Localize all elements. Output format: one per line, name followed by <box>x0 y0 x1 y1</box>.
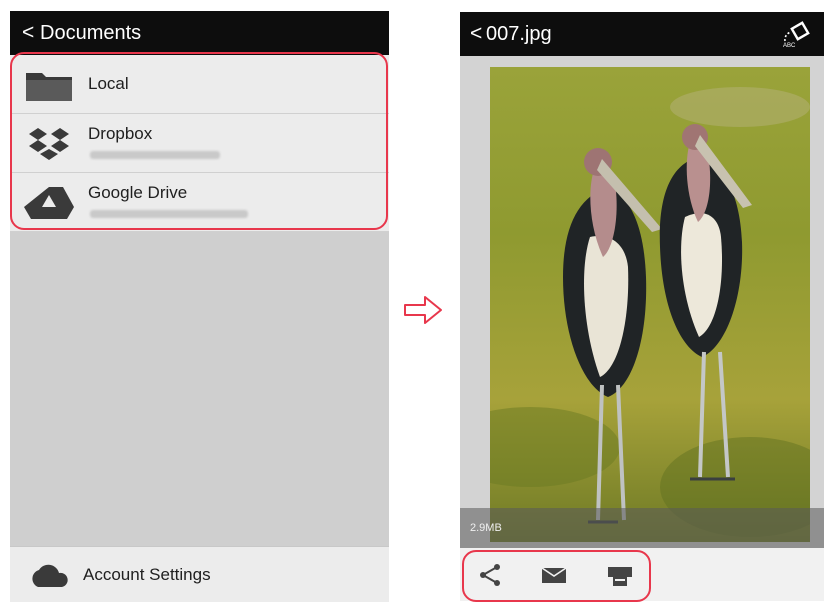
sources-highlight <box>10 52 388 230</box>
file-name: 007.jpg <box>486 23 552 45</box>
documents-screen: < Documents Local Dropbox Google Drive A… <box>10 11 389 602</box>
rotate-icon[interactable]: ABC <box>780 19 812 49</box>
cloud-icon <box>32 564 68 587</box>
page-title: Documents <box>40 22 142 44</box>
transition-arrow-icon <box>404 296 442 324</box>
image-preview-screen: < 007.jpg ABC 2.9MB <box>460 12 824 602</box>
image-info-bar: 2.9MB <box>460 508 824 548</box>
actions-highlight <box>462 550 651 602</box>
account-settings-row[interactable]: Account Settings <box>10 546 389 602</box>
back-button[interactable]: < <box>22 22 34 44</box>
file-size: 2.9MB <box>470 522 502 534</box>
svg-text:ABC: ABC <box>783 43 796 49</box>
back-button[interactable]: < <box>470 23 482 45</box>
preview-header: < 007.jpg ABC <box>460 12 824 56</box>
account-settings-label: Account Settings <box>83 565 211 584</box>
marabou-storks-photo <box>490 67 810 542</box>
documents-header: < Documents <box>10 11 389 55</box>
